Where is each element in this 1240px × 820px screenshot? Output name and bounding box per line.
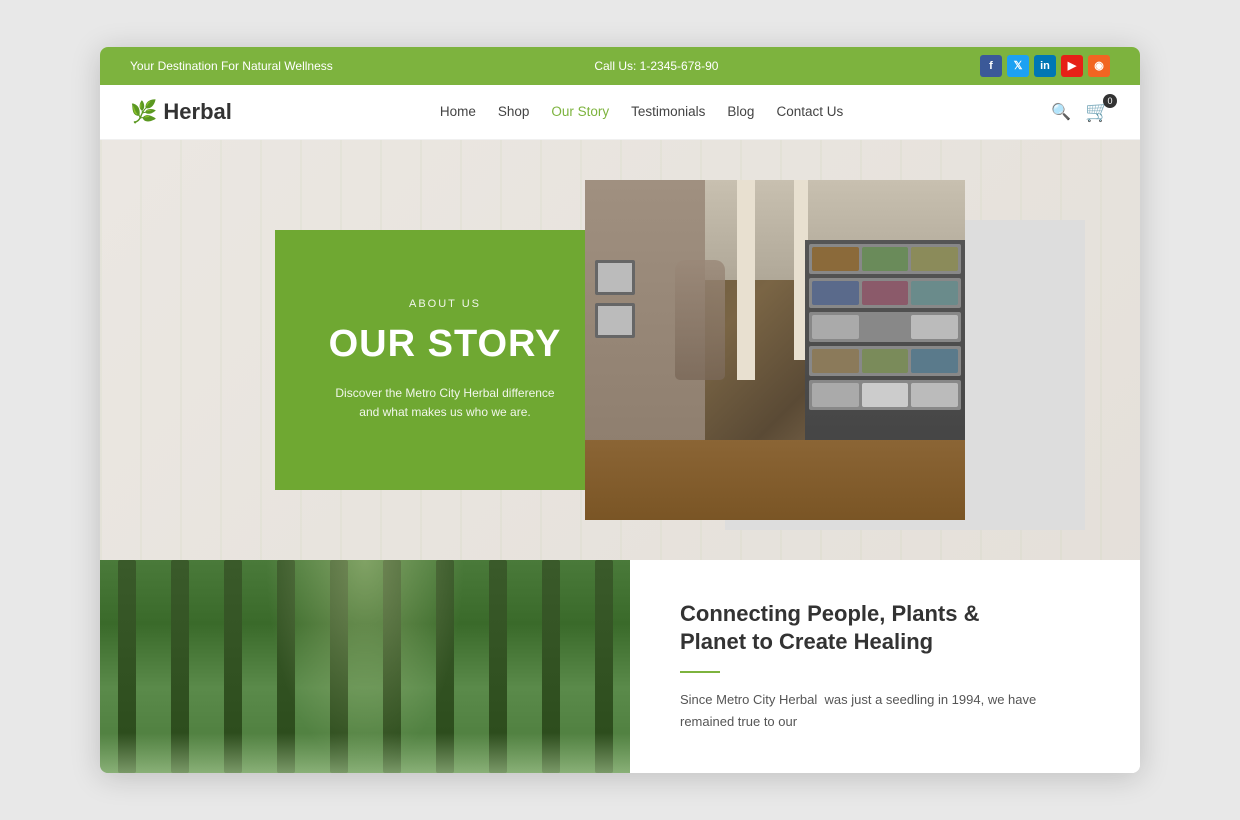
content-section: Connecting People, Plants &Planet to Cre… [630,560,1140,773]
forest-image [100,560,630,773]
twitter-icon[interactable]: 𝕏 [1007,55,1029,77]
cart-badge: 0 [1103,94,1117,108]
frame-1 [595,260,635,295]
linkedin-icon[interactable]: in [1034,55,1056,77]
phone-number: Call Us: 1-2345-678-90 [594,59,718,73]
connecting-title: Connecting People, Plants &Planet to Cre… [680,600,1090,657]
shelf-row-3 [809,312,961,342]
mannequin [675,260,725,380]
search-icon[interactable]: 🔍 [1051,102,1071,122]
logo-icon: 🌿 [130,99,157,125]
frame-2 [595,303,635,338]
shop-floor [585,440,965,520]
shelf-row-1 [809,244,961,274]
youtube-icon[interactable]: ▶ [1061,55,1083,77]
shop-photo [585,180,965,520]
nav-shop[interactable]: Shop [498,104,530,119]
nav-contact[interactable]: Contact Us [776,104,843,119]
title-divider [680,671,720,673]
rss-icon[interactable]: ◉ [1088,55,1110,77]
hero-section: ABOUT US OUR STORY Discover the Metro Ci… [100,140,1140,560]
social-links: f 𝕏 in ▶ ◉ [980,55,1110,77]
our-story-description: Discover the Metro City Herbal differenc… [325,384,565,422]
top-bar: Your Destination For Natural Wellness Ca… [100,47,1140,85]
bottom-section: Connecting People, Plants &Planet to Cre… [100,560,1140,773]
tagline: Your Destination For Natural Wellness [130,59,333,73]
nav-home[interactable]: Home [440,104,476,119]
shop-frames [595,260,635,338]
nav-links: Home Shop Our Story Testimonials Blog Co… [440,104,843,119]
our-story-title: OUR STORY [329,324,562,366]
about-us-label: ABOUT US [409,298,481,310]
logo[interactable]: 🌿 Herbal [130,99,232,125]
nav-blog[interactable]: Blog [727,104,754,119]
facebook-icon[interactable]: f [980,55,1002,77]
browser-window: Your Destination For Natural Wellness Ca… [100,47,1140,773]
logo-text: Herbal [163,99,231,125]
cart-button[interactable]: 🛒 0 [1085,99,1110,124]
nav-bar: 🌿 Herbal Home Shop Our Story Testimonial… [100,85,1140,140]
shelf-row-5 [809,380,961,410]
shelf-row-4 [809,346,961,376]
story-card: ABOUT US OUR STORY Discover the Metro Ci… [275,230,615,490]
shop-shelves [805,240,965,460]
forest-mist [100,733,630,773]
nav-our-story[interactable]: Our Story [551,104,609,119]
shop-interior [585,180,965,520]
connecting-description: Since Metro City Herbal was just a seedl… [680,689,1090,733]
shelf-row-2 [809,278,961,308]
shop-beam-1 [737,180,755,380]
nav-right: 🔍 🛒 0 [1051,99,1110,124]
nav-testimonials[interactable]: Testimonials [631,104,705,119]
